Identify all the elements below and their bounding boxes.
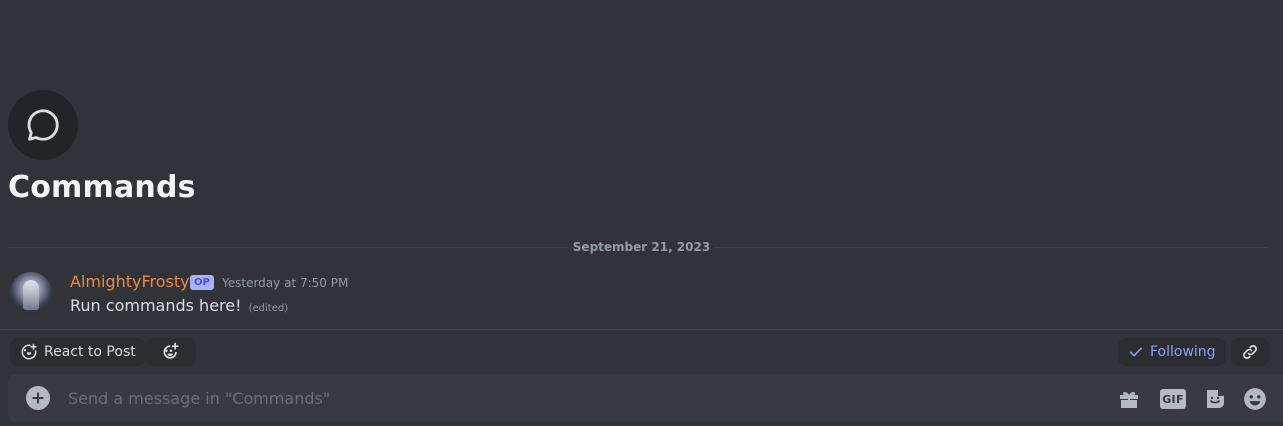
following-button[interactable]: Following <box>1118 338 1226 366</box>
gif-icon: GIF <box>1160 389 1186 409</box>
message-item: AlmightyFrosty OP Yesterday at 7:50 PM R… <box>0 266 1283 326</box>
message-input[interactable] <box>68 384 1088 412</box>
thread-icon-container <box>8 90 78 160</box>
gift-button[interactable] <box>1116 386 1142 412</box>
following-label: Following <box>1150 344 1216 360</box>
message-content: Run commands here! (edited) <box>70 296 288 315</box>
link-icon <box>1243 345 1257 359</box>
super-reaction-icon <box>163 342 179 359</box>
emoji-button[interactable] <box>1242 386 1268 412</box>
emoji-icon <box>1244 388 1266 410</box>
message-author[interactable]: AlmightyFrosty <box>70 272 190 291</box>
message-composer: GIF <box>8 374 1283 422</box>
separator <box>0 329 1283 330</box>
edited-label: (edited) <box>248 303 289 314</box>
sticker-icon <box>1207 390 1224 408</box>
add-super-reaction-button[interactable] <box>146 338 196 366</box>
gift-icon <box>1120 391 1138 408</box>
react-to-post-label: React to Post <box>44 344 136 360</box>
avatar[interactable] <box>10 272 52 314</box>
copy-link-button[interactable] <box>1231 338 1269 366</box>
thread-title: Commands <box>8 170 196 205</box>
react-to-post-button[interactable]: React to Post <box>10 338 146 366</box>
checkmark-icon <box>1129 347 1143 357</box>
sticker-button[interactable] <box>1202 386 1228 412</box>
chat-bubble-icon <box>27 109 59 141</box>
add-reaction-icon <box>21 343 37 360</box>
message-text: Run commands here! <box>70 296 242 315</box>
gif-button[interactable]: GIF <box>1160 386 1186 412</box>
upload-button[interactable] <box>26 386 50 410</box>
plus-icon <box>32 392 44 404</box>
op-badge: OP <box>190 275 214 290</box>
message-timestamp: Yesterday at 7:50 PM <box>222 276 349 290</box>
date-divider-label: September 21, 2023 <box>568 240 715 254</box>
